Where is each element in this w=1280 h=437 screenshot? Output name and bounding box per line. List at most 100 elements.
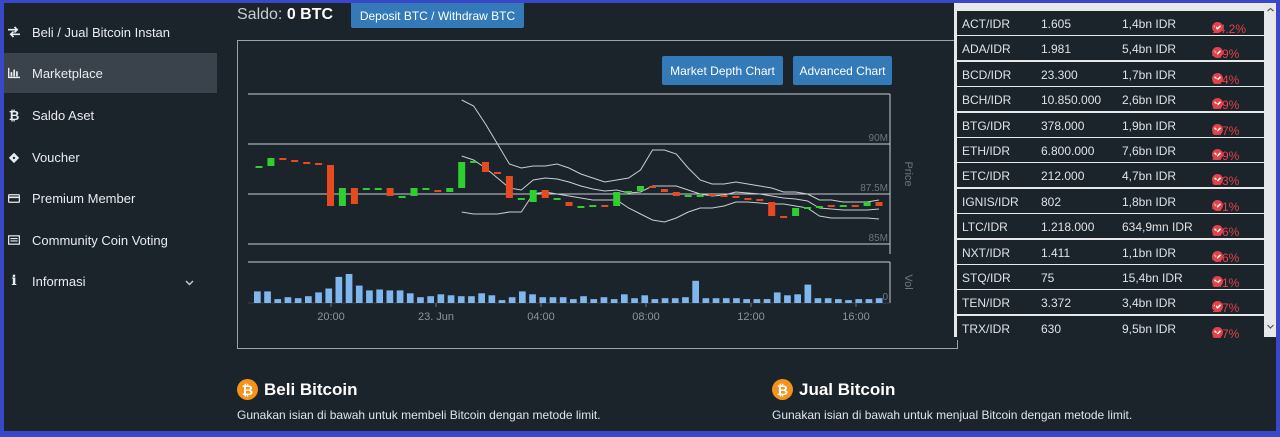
market-row-eth-idr[interactable]: ETH/IDR 6.800.000 7,6bn IDR 2.9% — [957, 138, 1264, 163]
volume-cell: 1,7bn IDR — [1122, 67, 1177, 82]
x-tick-label: 16:00 — [842, 311, 870, 323]
candle-up — [625, 191, 633, 193]
volume-bar — [559, 297, 567, 303]
change-value: 6.4% — [1212, 72, 1240, 87]
market-row-bcd-idr[interactable]: BCD/IDR 23.300 1,7bn IDR 6.4% — [957, 61, 1264, 87]
beli-bitcoin-heading: ₿ Beli Bitcoin — [237, 379, 358, 400]
candle-up — [792, 208, 800, 216]
volume-bar — [254, 291, 261, 303]
volume-bar — [457, 296, 465, 303]
pair-cell: NXT/IDR — [962, 245, 1010, 260]
market-row-bch-idr[interactable]: BCH/IDR 10.850.000 2,6bn IDR 5.9% — [957, 87, 1264, 112]
candle-down — [708, 194, 716, 196]
volume-bar — [294, 298, 302, 303]
market-depth-chart-button[interactable]: Market Depth Chart — [662, 56, 783, 85]
deposit-withdraw-button[interactable]: Deposit BTC / Withdraw BTC — [351, 3, 524, 28]
change-value: 14.2% — [1212, 22, 1247, 36]
market-row-act-idr[interactable]: ACT/IDR 1.605 1,4bn IDR 14.2% — [957, 11, 1264, 36]
x-tick-label: 23. Jun — [418, 311, 454, 323]
volume-bar — [570, 299, 577, 303]
volume-cell: 2,6bn IDR — [1122, 93, 1177, 108]
volume-bar — [824, 298, 832, 303]
volume-bar — [682, 297, 689, 303]
volume-bar — [396, 290, 404, 303]
volume-bar — [478, 293, 485, 303]
price-cell: 10.850.000 — [1041, 93, 1102, 108]
pair-cell: ADA/IDR — [962, 42, 1011, 57]
jual-bitcoin-heading: ₿ Jual Bitcoin — [772, 379, 895, 400]
sidebar-item-saldo-aset[interactable]: ₿ Saldo Aset — [4, 95, 217, 135]
volume-bar — [519, 291, 526, 303]
volume-cell: 4,7bn IDR — [1122, 169, 1177, 184]
candle-down — [541, 190, 549, 198]
candle-down — [565, 202, 573, 206]
sidebar-item-marketplace[interactable]: Marketplace — [4, 53, 217, 93]
candle-up — [553, 198, 561, 200]
candle-down — [756, 199, 764, 201]
pair-cell: TEN/IDR — [962, 296, 1010, 311]
sidebar-item-community-coin-voting[interactable]: Community Coin Voting — [4, 220, 217, 260]
price-cell: 630 — [1041, 321, 1062, 336]
table-scrollbar[interactable] — [1265, 3, 1276, 337]
candle-down — [350, 188, 358, 204]
candle-up — [422, 188, 430, 190]
sidebar-item-premium-member[interactable]: Premium Member — [4, 178, 217, 218]
pair-cell: STQ/IDR — [962, 271, 1011, 285]
volume-bar — [437, 294, 445, 303]
candle-down — [601, 205, 609, 207]
volume-bar — [345, 274, 353, 303]
sidebar-item-voucher[interactable]: Voucher — [4, 137, 217, 177]
change-value: 8.7% — [1212, 123, 1240, 138]
pair-cell: TRX/IDR — [962, 321, 1010, 336]
bollinger-upper-line — [461, 99, 880, 203]
volume-bar — [814, 298, 822, 303]
candle-up — [529, 190, 537, 202]
price-axis-label: Price — [902, 161, 914, 186]
sidebar-item-label: Voucher — [32, 149, 80, 165]
candle-up — [458, 162, 466, 188]
market-row-stq-idr[interactable]: STQ/IDR 75 15,4bn IDR 5.1% — [957, 265, 1264, 290]
change-value: 1.7% — [1212, 301, 1240, 316]
volume-cell: 7,6bn IDR — [1122, 144, 1177, 158]
volume-bar — [427, 296, 434, 303]
volume-bar — [305, 296, 312, 303]
market-row-ignis-idr[interactable]: IGNIS/IDR 802 1,8bn IDR 4.1% — [957, 188, 1264, 214]
price-cell: 75 — [1041, 271, 1055, 285]
volume-bar — [529, 294, 536, 303]
candle-up — [517, 198, 525, 200]
market-row-btg-idr[interactable]: BTG/IDR 378.000 1,9bn IDR 8.7% — [957, 112, 1264, 138]
price-chart: 90M 87.5M 85M Price 0 Vol 20:00 23. Jun 04:00 08:… — [237, 40, 958, 349]
candle-up — [637, 186, 644, 191]
candle-up — [804, 207, 811, 209]
volume-bar — [498, 300, 506, 303]
market-pairs-table: ACT/IDR 1.605 1,4bn IDR 14.2% ADA/IDR 1.981 5,… — [954, 3, 1276, 341]
volume-cell: 1,9bn IDR — [1122, 118, 1177, 133]
change-value: 3.6% — [1212, 225, 1240, 240]
candle-down — [649, 186, 656, 188]
market-row-ada-idr[interactable]: ADA/IDR 1.981 5,4bn IDR 4.9% — [957, 36, 1264, 61]
market-row-trx-idr[interactable]: TRX/IDR 630 9,5bn IDR 3.7% — [957, 315, 1264, 341]
sidebar-item-beli-jual[interactable]: Beli / Jual Bitcoin Instan — [4, 12, 217, 52]
candle-down — [279, 158, 287, 160]
volume-bar — [743, 299, 750, 303]
candle-up — [613, 192, 621, 206]
sidebar-item-label: Saldo Aset — [32, 107, 95, 123]
volume-cell: 3,4bn IDR — [1122, 296, 1177, 311]
market-row-etc-idr[interactable]: ETC/IDR 212.000 4,7bn IDR 8.3% — [957, 163, 1264, 188]
volume-bar — [671, 298, 679, 303]
sidebar-item-label: Premium Member — [32, 190, 136, 206]
jual-description: Gunakan isian di bawah untuk menjual Bit… — [772, 408, 1133, 422]
chevron-down-icon — [185, 274, 194, 289]
volume-bar — [386, 290, 394, 303]
market-row-nxt-idr[interactable]: NXT/IDR 1.411 1,1bn IDR 4.6% — [957, 239, 1264, 265]
volume-bar — [580, 296, 587, 303]
sidebar-item-label: Informasi — [32, 273, 86, 289]
advanced-chart-button[interactable]: Advanced Chart — [793, 56, 892, 85]
candle-up — [577, 206, 585, 208]
sidebar-item-informasi[interactable]: i Informasi — [4, 261, 217, 301]
market-row-ten-idr[interactable]: TEN/IDR 3.372 3,4bn IDR 1.7% — [957, 290, 1264, 316]
bitcoin-icon: ₿ — [8, 107, 20, 123]
market-row-ltc-idr[interactable]: LTC/IDR 1.218.000 634,9mn IDR 3.6% — [957, 214, 1264, 240]
app-frame: Beli / Jual Bitcoin Instan Marketplace ₿… — [4, 3, 1276, 431]
change-value: 4.1% — [1212, 199, 1240, 214]
